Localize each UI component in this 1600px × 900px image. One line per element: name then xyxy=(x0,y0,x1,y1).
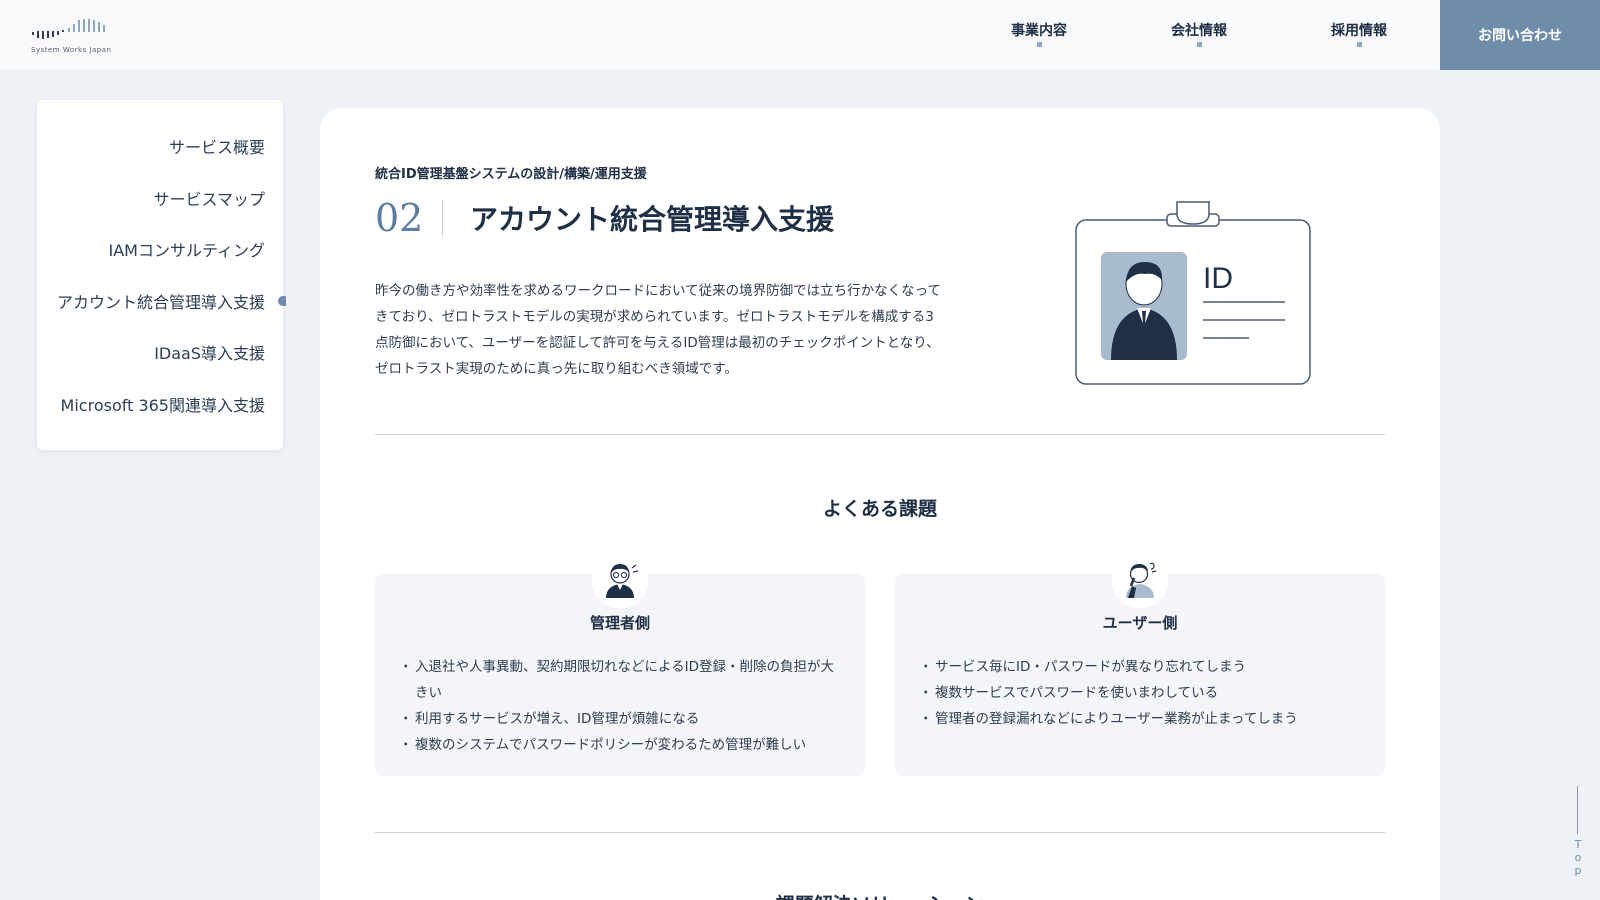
id-card-icon: ID xyxy=(1075,201,1311,385)
sidebar: サービス概要 サービスマップ IAMコンサルティング アカウント統合管理導入支援… xyxy=(37,100,286,450)
list-item: 利用するサービスが増え、ID管理が煩雑になる xyxy=(399,706,843,732)
issues-title: よくある課題 xyxy=(822,498,937,520)
sidebar-item-idaas[interactable]: IDaaS導入支援 xyxy=(154,340,265,364)
logo[interactable]: System Works Japan xyxy=(30,16,120,56)
active-indicator xyxy=(278,296,286,306)
divider xyxy=(442,200,443,236)
sidebar-item-iam-consulting[interactable]: IAMコンサルティング xyxy=(108,237,265,261)
description: 昨今の働き方や効率性を求めるワークロードにおいて従来の境界防御では立ち行かなくな… xyxy=(375,283,941,377)
list-item: 複数サービスでパスワードを使いまわしている xyxy=(919,680,1363,706)
sidebar-item-account-integration[interactable]: アカウント統合管理導入支援 xyxy=(57,289,265,313)
site-header: System Works Japan 事業内容 会社情報 採用情報 お問い合わせ xyxy=(0,0,1600,70)
id-card-illustration: ID xyxy=(1075,196,1315,386)
sidebar-item-service-overview[interactable]: サービス概要 xyxy=(169,134,265,158)
nav-business[interactable]: 事業内容 xyxy=(1011,20,1067,40)
sidebar-item-microsoft365[interactable]: Microsoft 365関連導入支援 xyxy=(61,392,265,416)
contact-button[interactable]: お問い合わせ xyxy=(1440,0,1600,70)
nav-company[interactable]: 会社情報 xyxy=(1171,20,1227,40)
list-item: 管理者の登録漏れなどによりユーザー業務が止まってしまう xyxy=(919,706,1363,732)
section-divider xyxy=(375,434,1385,435)
id-card-label: ID xyxy=(1203,262,1233,295)
issue-list-admin: 入退社や人事異動、契約期限切れなどによるID登録・削除の負担が大きい 利用するサ… xyxy=(399,654,843,758)
issue-heading-admin: 管理者側 xyxy=(589,614,650,632)
solutions-title: 課題解決ソリューション xyxy=(320,890,1440,900)
worried-admin-icon xyxy=(606,564,639,598)
logo-mark-icon xyxy=(32,19,105,39)
page-title: アカウント統合管理導入支援 xyxy=(470,203,835,236)
issue-heading-user: ユーザー側 xyxy=(1102,614,1178,632)
sidebar-item-service-map[interactable]: サービスマップ xyxy=(153,186,265,210)
confused-user-icon xyxy=(1126,562,1157,598)
section-number: 02 xyxy=(375,196,424,240)
issue-card-admin: 管理者側 入退社や人事異動、契約期限切れなどによるID登録・削除の負担が大きい … xyxy=(375,552,865,776)
issue-icon-wrap xyxy=(592,552,648,608)
nav-indicator xyxy=(1357,42,1362,47)
top-label: Top xyxy=(1574,838,1582,877)
nav-indicator xyxy=(1197,42,1202,47)
back-to-top-link[interactable]: Top xyxy=(1568,786,1588,886)
issue-card-user: ユーザー側 サービス毎にID・パスワードが異なり忘れてしまう 複数サービスでパス… xyxy=(895,552,1385,776)
nav-indicator xyxy=(1037,42,1042,47)
main-content: 統合ID管理基盤システムの設計/構築/運用支援 02 アカウント統合管理導入支援… xyxy=(320,108,1440,900)
issue-list-user: サービス毎にID・パスワードが異なり忘れてしまう 複数サービスでパスワードを使い… xyxy=(919,654,1363,732)
list-item: 複数のシステムでパスワードポリシーが変わるため管理が難しい xyxy=(399,732,843,758)
section-subtitle: 統合ID管理基盤システムの設計/構築/運用支援 xyxy=(375,167,647,182)
nav-recruit[interactable]: 採用情報 xyxy=(1331,20,1387,40)
logo-text: System Works Japan xyxy=(31,46,112,54)
issue-icon-wrap xyxy=(1112,552,1168,608)
list-item: サービス毎にID・パスワードが異なり忘れてしまう xyxy=(919,654,1363,680)
top-line xyxy=(1577,786,1578,834)
list-item: 入退社や人事異動、契約期限切れなどによるID登録・削除の負担が大きい xyxy=(399,654,843,706)
section-divider xyxy=(375,832,1385,833)
